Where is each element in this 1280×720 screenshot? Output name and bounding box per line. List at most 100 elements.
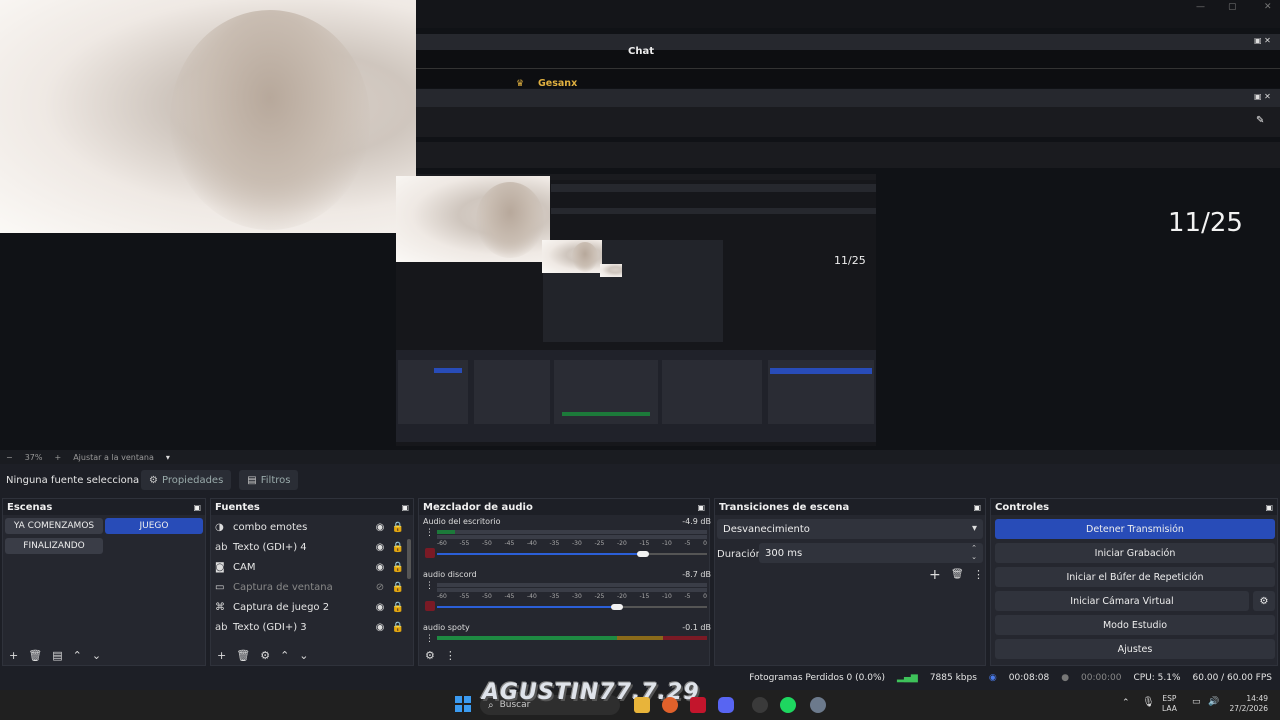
adobe-icon[interactable] xyxy=(690,697,706,713)
add-icon[interactable]: + xyxy=(217,649,226,662)
start-recording-button[interactable]: Iniciar Grabación xyxy=(995,543,1275,563)
eye-icon[interactable]: ◉ xyxy=(371,562,389,573)
volume-slider[interactable] xyxy=(437,553,643,555)
source-name: Texto (GDI+) 3 xyxy=(233,621,307,633)
fps: 60.00 / 60.00 FPS xyxy=(1192,673,1272,683)
nested-meter xyxy=(562,412,650,416)
add-icon[interactable]: + xyxy=(9,649,18,662)
float-dock-icon[interactable]: ▣ xyxy=(1265,503,1273,512)
source-row[interactable]: ⌘ Captura de juego 2 ◉ 🔒 xyxy=(211,597,407,617)
mute-icon[interactable] xyxy=(425,548,435,558)
settings-button[interactable]: Ajustes xyxy=(995,639,1275,659)
filters-button[interactable]: ▤ Filtros xyxy=(239,470,299,490)
properties-button[interactable]: ⚙ Propiedades xyxy=(141,470,232,490)
fit-dropdown-icon[interactable]: ▾ xyxy=(166,453,170,462)
level-meter-warn xyxy=(617,636,663,640)
move-down-icon[interactable]: ⌄ xyxy=(92,649,101,662)
eye-icon[interactable]: ◉ xyxy=(371,542,389,553)
volume-icon[interactable]: 🔊 xyxy=(1208,697,1219,707)
preview-canvas[interactable]: — ▢ ✕ ▣ ✕ Chat ♛ Gesanx ▣ ✕ ✎ 11/25 11/2… xyxy=(0,0,1280,450)
discord-icon[interactable] xyxy=(718,697,734,713)
trash-icon[interactable]: 🗑 xyxy=(236,649,250,662)
trash-icon[interactable]: 🗑 xyxy=(28,649,42,662)
brave-browser-icon[interactable] xyxy=(662,697,678,713)
zoom-out-button[interactable]: − xyxy=(6,453,13,462)
network-icon[interactable]: ▭ xyxy=(1192,697,1201,707)
move-up-icon[interactable]: ⌃ xyxy=(280,649,289,662)
kebab-icon[interactable]: ⋮ xyxy=(425,581,434,591)
virtual-camera-button[interactable]: Iniciar Cámara Virtual xyxy=(995,591,1249,611)
lock-icon[interactable]: 🔒 xyxy=(389,582,407,593)
mute-icon[interactable] xyxy=(425,601,435,611)
move-up-icon[interactable]: ⌃ xyxy=(73,649,82,662)
kebab-icon[interactable]: ⋮ xyxy=(973,568,984,581)
gear-icon[interactable]: ⚙ xyxy=(260,649,270,662)
volume-knob[interactable] xyxy=(637,551,649,557)
clock[interactable]: 14:49 27/2/2026 xyxy=(1224,694,1268,714)
no-source-label: Ninguna fuente selecciona xyxy=(6,474,140,486)
webcam-feed-4 xyxy=(600,264,622,277)
source-row[interactable]: ab Texto (GDI+) 4 ◉ 🔒 xyxy=(211,537,407,557)
spotify-icon[interactable] xyxy=(780,697,796,713)
lock-icon[interactable]: 🔒 xyxy=(389,562,407,573)
windows-start-icon[interactable] xyxy=(455,696,471,712)
lock-icon[interactable]: 🔒 xyxy=(389,542,407,553)
float-dock-icon[interactable]: ▣ xyxy=(973,503,981,512)
add-icon[interactable]: + xyxy=(929,567,941,583)
source-row[interactable]: ◙ CAM ◉ 🔒 xyxy=(211,557,407,577)
language-indicator[interactable]: ESP LAA xyxy=(1162,694,1177,714)
scenes-title: Escenas xyxy=(7,501,53,513)
volume-knob[interactable] xyxy=(611,604,623,610)
obs-icon[interactable] xyxy=(752,697,768,713)
lock-icon[interactable]: 🔒 xyxy=(389,622,407,633)
trash-icon[interactable]: 🗑 xyxy=(951,569,964,580)
duration-input[interactable]: 300 ms ⌃ ⌄ xyxy=(759,543,983,563)
source-row[interactable]: ab Texto (GDI+) 3 ◉ 🔒 xyxy=(211,617,407,637)
eye-icon[interactable]: ◉ xyxy=(371,622,389,633)
kebab-icon[interactable]: ⋮ xyxy=(445,649,456,662)
filter-icon[interactable]: ▤ xyxy=(52,649,62,662)
eye-icon[interactable]: ◉ xyxy=(371,602,389,613)
channel-name: Audio del escritorio xyxy=(423,517,501,526)
transitions-header: Transiciones de escena ▣ xyxy=(715,499,985,515)
tick-label: 0 xyxy=(703,593,707,600)
kebab-icon[interactable]: ⋮ xyxy=(425,634,434,644)
virtual-camera-settings-button[interactable]: ⚙ xyxy=(1253,591,1275,611)
chevron-down-icon: ▾ xyxy=(971,523,977,534)
zoom-in-button[interactable]: + xyxy=(54,453,61,462)
volume-slider-track xyxy=(643,553,707,555)
signal-icon: ▂▄▆ xyxy=(897,673,918,683)
transition-select[interactable]: Desvanecimiento ▾ xyxy=(717,519,983,539)
emote-icon: ◑ xyxy=(215,521,224,533)
tick-label: -5 xyxy=(684,540,691,547)
gear-icon[interactable]: ⚙ xyxy=(425,649,435,662)
lock-icon[interactable]: 🔒 xyxy=(389,522,407,533)
eye-hidden-icon[interactable]: ⊘ xyxy=(371,582,389,593)
file-explorer-icon[interactable] xyxy=(634,697,650,713)
kebab-icon[interactable]: ⋮ xyxy=(425,528,434,538)
float-dock-icon[interactable]: ▣ xyxy=(193,503,201,512)
nested-stop-btn xyxy=(770,368,872,374)
microphone-icon[interactable]: 🎙 xyxy=(1142,697,1155,708)
scene-juego[interactable]: JUEGO xyxy=(105,518,203,534)
float-icon-2: ▣ ✕ xyxy=(1254,92,1271,101)
transition-selected: Desvanecimiento xyxy=(723,523,810,535)
tray-chevron-up-icon[interactable]: ⌃ xyxy=(1122,698,1130,708)
settings-icon[interactable] xyxy=(810,697,826,713)
float-dock-icon[interactable]: ▣ xyxy=(697,503,705,512)
studio-mode-button[interactable]: Modo Estudio xyxy=(995,615,1275,635)
lock-icon[interactable]: 🔒 xyxy=(389,602,407,613)
sources-scrollbar[interactable] xyxy=(407,539,411,579)
source-row[interactable]: ◑ combo emotes ◉ 🔒 xyxy=(211,517,407,537)
eye-icon[interactable]: ◉ xyxy=(371,522,389,533)
float-dock-icon[interactable]: ▣ xyxy=(401,503,409,512)
scene-finalizando[interactable]: FINALIZANDO xyxy=(5,538,103,554)
stop-streaming-button[interactable]: Detener Transmisión xyxy=(995,519,1275,539)
spin-icon[interactable]: ⌃ ⌄ xyxy=(971,544,977,562)
source-row[interactable]: ▭ Captura de ventana ⊘ 🔒 xyxy=(211,577,407,597)
scene-ya-comenzamos[interactable]: YA COMENZAMOS xyxy=(5,518,103,534)
move-down-icon[interactable]: ⌄ xyxy=(299,649,308,662)
bitrate: 7885 kbps xyxy=(929,673,977,683)
volume-slider[interactable] xyxy=(437,606,617,608)
replay-buffer-button[interactable]: Iniciar el Búfer de Repetición xyxy=(995,567,1275,587)
